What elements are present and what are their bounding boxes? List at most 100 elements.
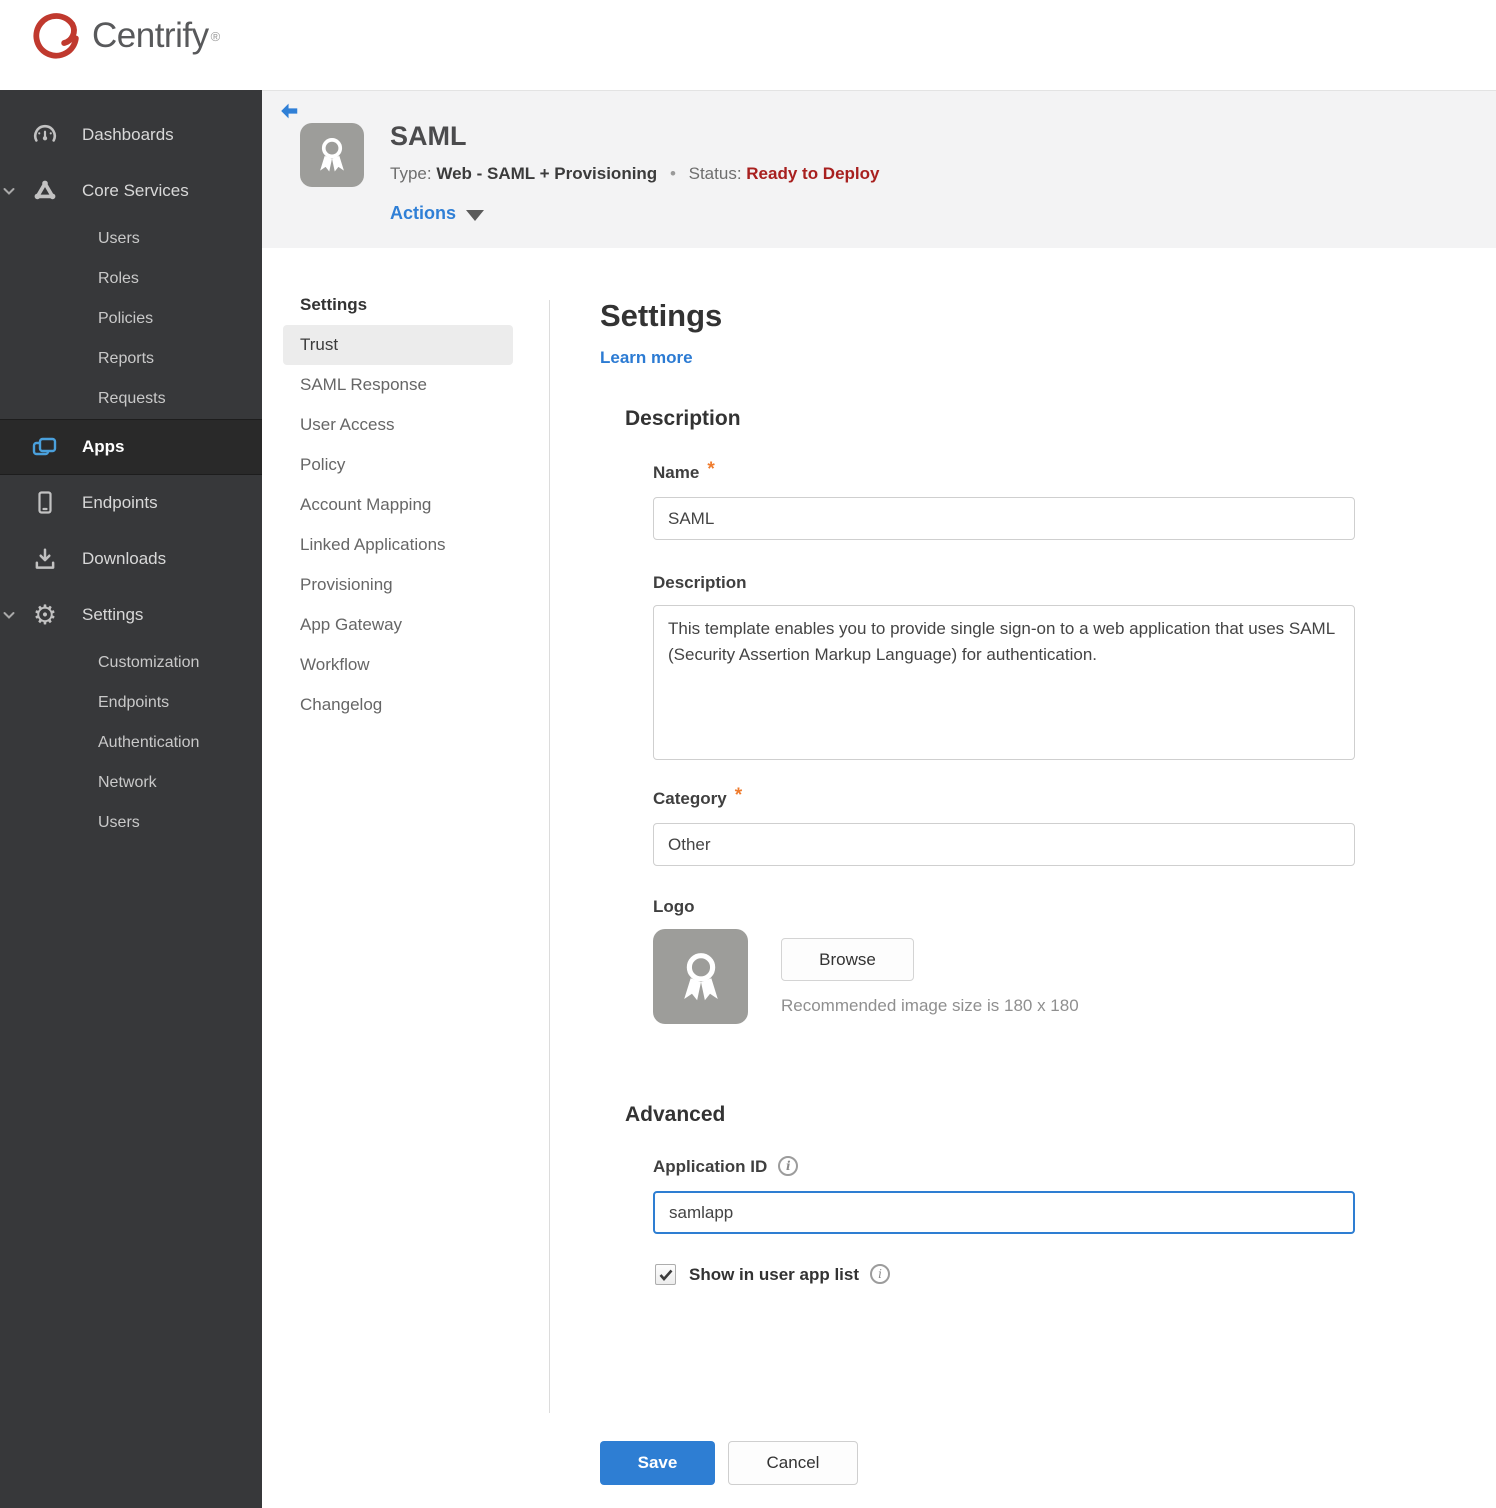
- sidebar-item-label: Customization: [98, 654, 200, 671]
- sidebar-item-label: Apps: [82, 437, 125, 456]
- sidebar-item-apps[interactable]: Apps: [0, 419, 262, 475]
- description-label-text: Description: [653, 573, 747, 592]
- subnav-item-changelog[interactable]: Changelog: [283, 685, 513, 725]
- description-section-heading: Description: [625, 407, 741, 430]
- type-value: Web - SAML + Provisioning: [436, 164, 658, 183]
- brand-trademark: ®: [210, 28, 221, 44]
- cancel-button[interactable]: Cancel: [728, 1441, 858, 1485]
- show-in-user-app-list-row: Show in user app list: [655, 1264, 891, 1285]
- subnav-item-policy[interactable]: Policy: [283, 445, 513, 485]
- award-ribbon-icon: [683, 952, 718, 1000]
- sidebar-item-label: Roles: [98, 270, 139, 287]
- type-label: Type:: [390, 164, 432, 183]
- form-buttons: Save Cancel: [600, 1441, 858, 1485]
- subnav-item-workflow[interactable]: Workflow: [283, 645, 513, 685]
- subnav-item-account-mapping[interactable]: Account Mapping: [283, 485, 513, 525]
- core-services-icon: [30, 178, 60, 204]
- app-header: SAML Type: Web - SAML + Provisioning • S…: [262, 90, 1496, 248]
- gear-icon: ⚙: [32, 599, 58, 631]
- sidebar-item-label: Authentication: [98, 734, 200, 751]
- sidebar-item-network[interactable]: Network: [0, 763, 262, 803]
- actions-label: Actions: [390, 203, 457, 223]
- sidebar-item-downloads[interactable]: Downloads: [0, 531, 262, 587]
- apps-icon: [30, 435, 60, 459]
- subnav-item-trust[interactable]: Trust: [283, 325, 513, 365]
- sidebar-item-label: Policies: [98, 310, 154, 327]
- subnav-item-user-access[interactable]: User Access: [283, 405, 513, 445]
- sidebar-item-settings-users[interactable]: Users: [0, 803, 262, 843]
- sidebar-item-label: Endpoints: [98, 694, 170, 711]
- subnav-item-saml-response[interactable]: SAML Response: [283, 365, 513, 405]
- subnav-item-app-gateway[interactable]: App Gateway: [283, 605, 513, 645]
- sidebar-item-requests[interactable]: Requests: [0, 379, 262, 419]
- sidebar-item-label: Downloads: [82, 549, 167, 568]
- subnav-divider: [549, 300, 550, 1413]
- subnav-heading: Settings: [300, 295, 368, 314]
- meta-separator: •: [669, 164, 676, 183]
- sidebar-item-label: Core Services: [82, 181, 189, 200]
- application-id-label-text: Application ID: [653, 1157, 768, 1176]
- sidebar-item-label: Settings: [82, 605, 144, 624]
- category-field[interactable]: [653, 823, 1355, 866]
- topbar: Centrify ®: [0, 0, 1496, 90]
- subnav-item-provisioning[interactable]: Provisioning: [283, 565, 513, 605]
- advanced-section-heading: Advanced: [625, 1103, 726, 1126]
- subnav: Settings Trust SAML Response User Access…: [283, 295, 513, 725]
- download-icon: [30, 546, 60, 572]
- app-logo: [300, 123, 364, 187]
- app-meta: Type: Web - SAML + Provisioning • Status…: [390, 164, 879, 184]
- app-title: SAML: [390, 121, 467, 151]
- name-label: Name *: [653, 459, 715, 483]
- sidebar-item-dashboards[interactable]: Dashboards: [0, 107, 262, 163]
- sidebar-item-core-services[interactable]: Core Services: [0, 163, 262, 219]
- application-id-field[interactable]: [653, 1191, 1355, 1234]
- sidebar-item-users[interactable]: Users: [0, 219, 262, 259]
- save-button[interactable]: Save: [600, 1441, 715, 1485]
- chevron-down-icon[interactable]: [3, 184, 17, 198]
- screen: Centrify ® Dashboards Core Services User…: [0, 0, 1496, 1508]
- phone-icon: [30, 490, 60, 516]
- sidebar-item-settings[interactable]: ⚙ Settings: [0, 587, 262, 643]
- sidebar-item-roles[interactable]: Roles: [0, 259, 262, 299]
- name-label-text: Name: [653, 463, 700, 482]
- centrify-logo: Centrify ®: [28, 8, 220, 64]
- page-title: Settings: [600, 298, 723, 333]
- actions-dropdown[interactable]: Actions: [390, 203, 485, 224]
- required-marker: *: [734, 785, 743, 806]
- brand-name: Centrify: [92, 16, 209, 55]
- category-label-text: Category: [653, 789, 727, 808]
- checkmark-icon: [659, 1269, 672, 1281]
- sidebar-item-label: Reports: [98, 350, 155, 367]
- logo-row: Browse Recommended image size is 180 x 1…: [653, 929, 1079, 1024]
- sidebar-item-label: Requests: [98, 390, 166, 407]
- sidebar-item-settings-endpoints[interactable]: Endpoints: [0, 683, 262, 723]
- description-field[interactable]: This template enables you to provide sin…: [653, 605, 1355, 760]
- learn-more-link[interactable]: Learn more: [600, 348, 693, 368]
- sidebar-item-label: Users: [98, 814, 140, 831]
- chevron-down-icon[interactable]: [3, 608, 17, 622]
- show-in-user-app-list-checkbox[interactable]: [655, 1264, 676, 1285]
- centrify-swirl-icon: [33, 13, 79, 59]
- caret-down-icon: [466, 209, 485, 221]
- sidebar-item-policies[interactable]: Policies: [0, 299, 262, 339]
- sidebar-item-endpoints[interactable]: Endpoints: [0, 475, 262, 531]
- info-icon[interactable]: [778, 1156, 799, 1176]
- sidebar-item-authentication[interactable]: Authentication: [0, 723, 262, 763]
- logo-size-note: Recommended image size is 180 x 180: [781, 996, 1079, 1015]
- browse-button[interactable]: Browse: [781, 938, 914, 981]
- info-icon[interactable]: [870, 1264, 891, 1284]
- sidebar-item-reports[interactable]: Reports: [0, 339, 262, 379]
- award-ribbon-icon: [320, 138, 344, 172]
- description-label: Description: [653, 573, 747, 593]
- category-label: Category *: [653, 785, 742, 809]
- name-field[interactable]: [653, 497, 1355, 540]
- show-in-user-app-list-label: Show in user app list: [689, 1264, 860, 1284]
- status-label: Status:: [688, 164, 742, 183]
- subnav-item-linked-applications[interactable]: Linked Applications: [283, 525, 513, 565]
- sidebar-item-label: Dashboards: [82, 125, 174, 144]
- sidebar-item-customization[interactable]: Customization: [0, 643, 262, 683]
- sidebar-item-label: Users: [98, 230, 140, 247]
- logo-label: Logo: [653, 897, 695, 917]
- back-arrow-icon[interactable]: [278, 100, 300, 122]
- logo-preview: [653, 929, 748, 1024]
